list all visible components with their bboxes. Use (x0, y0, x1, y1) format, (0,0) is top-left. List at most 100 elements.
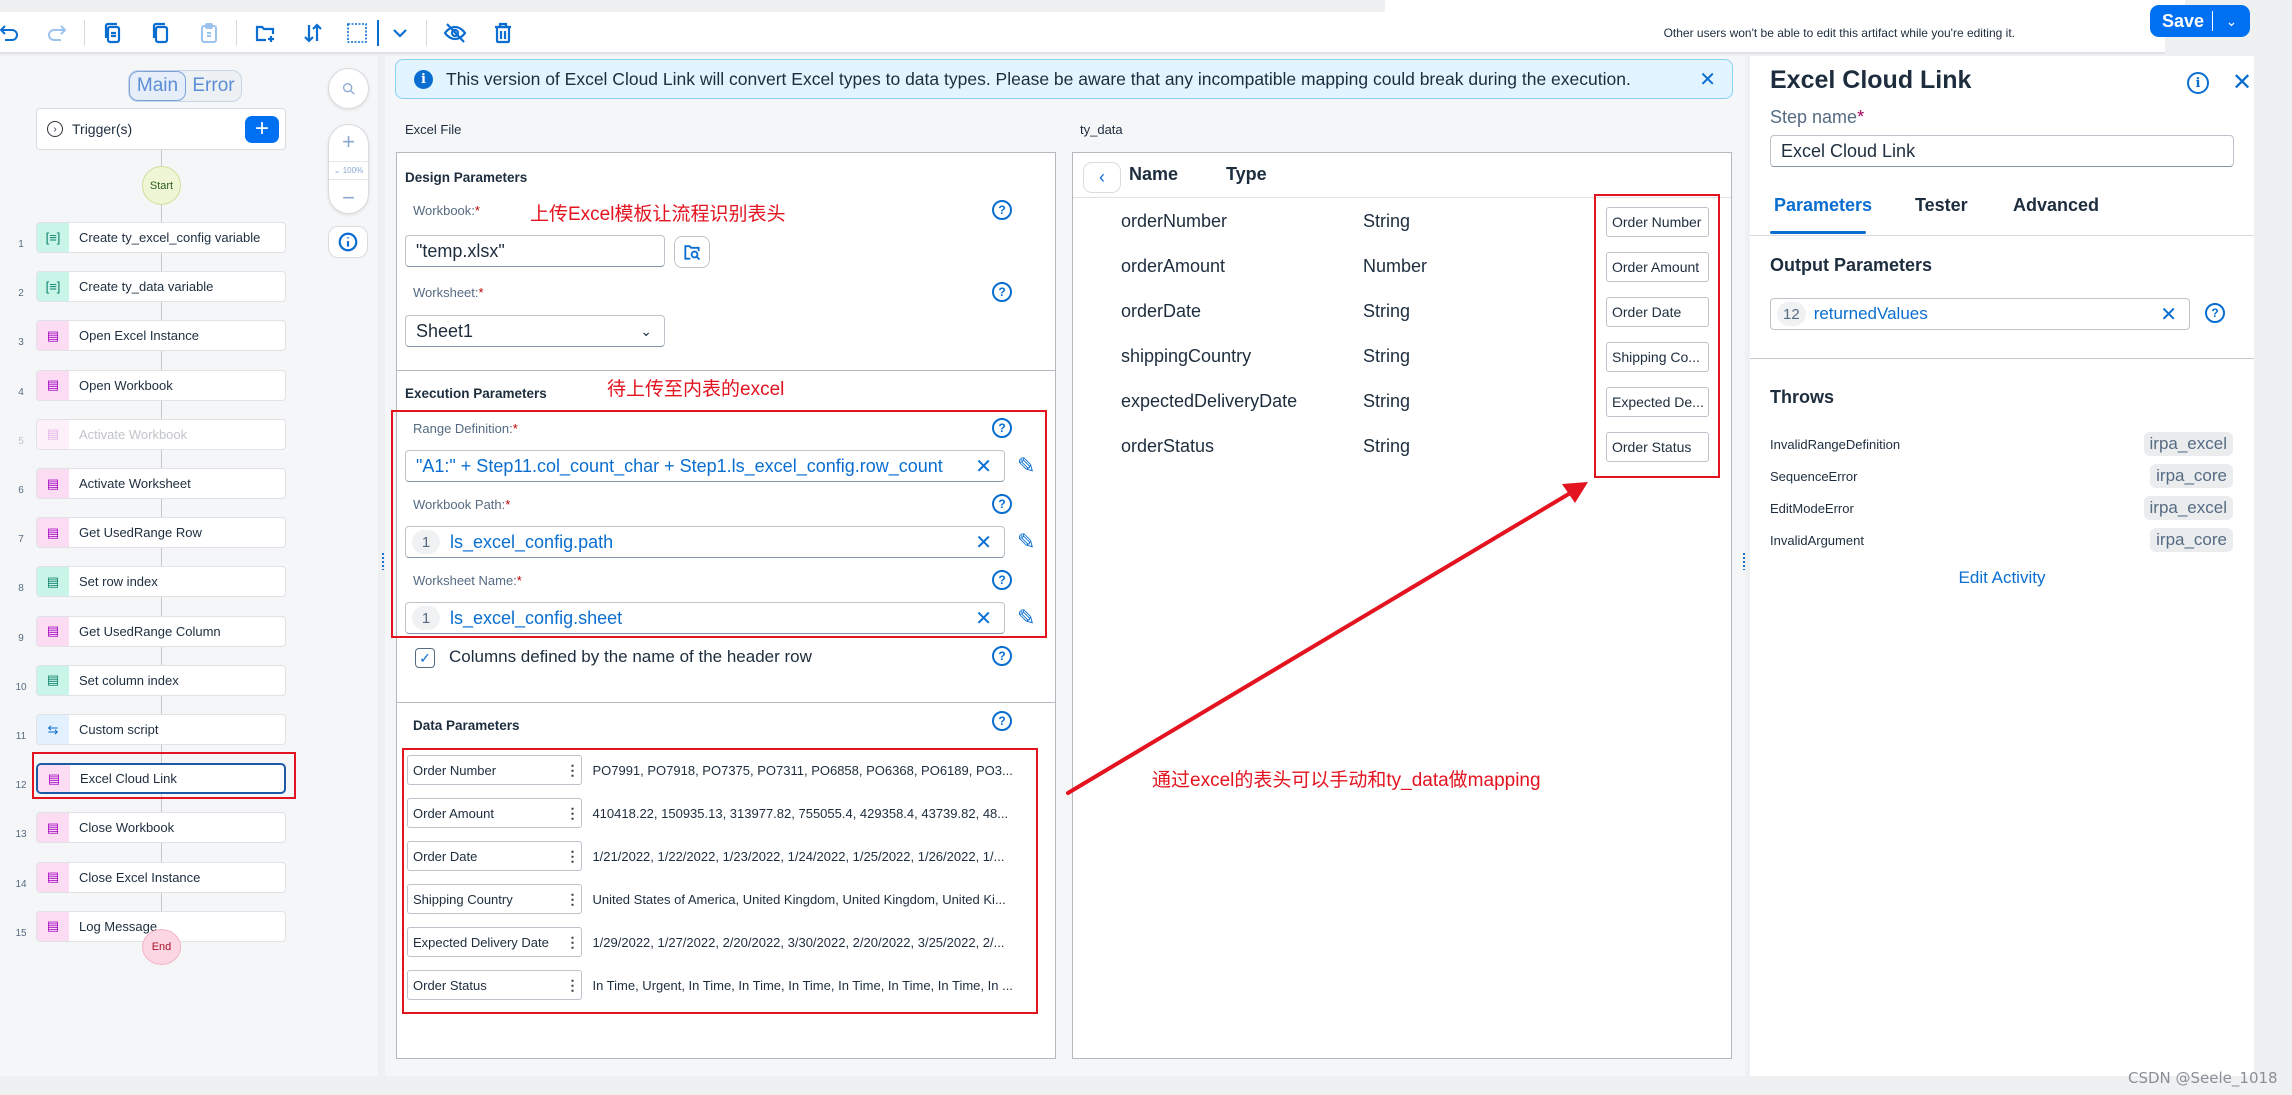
field-name: expectedDeliveryDate (1121, 391, 1298, 411)
properties-panel: Excel Cloud Link i ✕ Step name* Excel Cl… (1750, 56, 2270, 1076)
workbook-label: Workbook:* (413, 203, 480, 218)
chevron-right-circle-icon: › (47, 121, 63, 137)
sort-icon[interactable] (298, 18, 328, 48)
help-icon[interactable]: ? (992, 711, 1012, 731)
flow-step[interactable]: ▤ Get UsedRange Column (36, 615, 286, 647)
activity-icon: ▤ (37, 321, 69, 351)
step-number-chip: 12 (1777, 302, 1806, 326)
flow-step[interactable]: ▤ Get UsedRange Row (36, 517, 286, 549)
help-icon[interactable]: ? (992, 200, 1012, 220)
delete-icon[interactable] (488, 18, 518, 48)
right-resize-handle[interactable] (1742, 552, 1746, 570)
activity-icon: ▤ (37, 616, 69, 646)
flow-step-label: Custom script (79, 722, 159, 737)
excel-file-caption: Excel File (405, 122, 462, 137)
activity-icon: ▤ (37, 469, 69, 498)
chevron-down-icon: ⌄ (640, 322, 652, 339)
flow-step-number: 9 (18, 632, 24, 644)
search-button[interactable] (328, 68, 369, 109)
toolbar: Other users won't be able to edit this a… (0, 12, 2165, 54)
help-icon[interactable]: ? (992, 646, 1012, 666)
flow-step[interactable]: ▤ Set row index (36, 566, 286, 598)
step-name-input[interactable]: Excel Cloud Link (1770, 135, 2234, 167)
flow-step-number: 11 (15, 731, 27, 742)
flow-step[interactable]: ▤ Set column index (36, 664, 286, 696)
add-trigger-button[interactable]: + (245, 115, 279, 143)
flow-step[interactable]: ▤ Open Workbook (36, 369, 286, 401)
flow-step[interactable]: [≡] Create ty_data variable (36, 271, 286, 303)
zoom-in-button[interactable]: + (329, 129, 368, 155)
toolbar-separator (426, 20, 427, 46)
hide-icon[interactable] (440, 18, 470, 48)
exception-name: InvalidArgument (1770, 532, 1864, 548)
workbook-input[interactable]: "temp.xlsx" (405, 235, 665, 267)
field-type: Number (1363, 256, 1428, 276)
select-area-icon[interactable] (342, 18, 372, 48)
chevron-down-icon[interactable] (385, 18, 415, 48)
output-parameter-input[interactable]: 12 returnedValues ✕ (1770, 298, 2190, 330)
folder-search-icon (684, 245, 701, 261)
activity-icon: ▤ (37, 518, 69, 548)
paste-icon[interactable] (194, 18, 224, 48)
flow-step[interactable]: ▤ Close Excel Instance (36, 861, 286, 893)
tab-error[interactable]: Error (186, 71, 241, 101)
flow-step-number: 14 (15, 878, 27, 890)
worksheet-select[interactable]: Sheet1 ⌄ (405, 315, 665, 347)
exception-library-badge: irpa_excel (2143, 432, 2233, 456)
back-button[interactable]: ‹ (1083, 162, 1121, 193)
info-banner: i This version of Excel Cloud Link will … (395, 59, 1733, 99)
exception-name: SequenceError (1770, 468, 1858, 484)
clear-icon[interactable]: ✕ (2160, 302, 2177, 327)
flow-tabs: Main Error (128, 70, 242, 102)
flow-canvas: Main Error › Trigger(s) + Start [≡] Creat… (0, 56, 378, 1076)
redo-icon[interactable] (42, 18, 72, 48)
info-icon[interactable]: i (2187, 72, 2209, 94)
tab-tester[interactable]: Tester (1915, 195, 1968, 216)
left-resize-handle[interactable] (381, 552, 385, 570)
window-bottom-strip (0, 1076, 2292, 1095)
save-button[interactable]: Save (2150, 11, 2212, 32)
close-banner-icon[interactable]: ✕ (1699, 67, 1716, 92)
help-icon[interactable]: ? (2205, 303, 2225, 323)
script-icon: ⇆ (37, 715, 69, 744)
close-icon[interactable]: ✕ (2232, 68, 2252, 97)
zoom-out-button[interactable]: − (329, 185, 368, 211)
flow-step[interactable]: ▤ Close Workbook (36, 812, 286, 844)
throws-row: SequenceError irpa_core (1770, 463, 2233, 489)
annotation-highlight-data-params (402, 748, 1038, 1014)
output-parameters-title: Output Parameters (1770, 255, 1933, 275)
flow-step[interactable]: ▤ Activate Workbook (36, 418, 286, 450)
copy-icon[interactable] (98, 18, 128, 48)
header-row-checkbox[interactable]: ✓ (415, 648, 435, 668)
flow-step-label: Get UsedRange Column (79, 623, 221, 639)
info-button[interactable] (328, 226, 368, 258)
flow-step-label: Close Excel Instance (79, 869, 201, 885)
watermark: CSDN @Seele_1018 (2128, 1069, 2278, 1087)
annotation-pending-excel: 待上传至内表的excel (607, 379, 785, 400)
tab-advanced[interactable]: Advanced (2013, 195, 2099, 216)
zoom-level[interactable]: ⌄ 100% (329, 161, 368, 180)
flow-step-label: Open Workbook (79, 377, 173, 393)
undo-icon[interactable] (0, 18, 24, 48)
flow-step[interactable]: ▤ Activate Worksheet (36, 468, 286, 499)
flow-step[interactable]: [≡] Create ty_excel_config variable (36, 222, 286, 253)
field-type: String (1363, 346, 1411, 366)
add-folder-icon[interactable] (250, 18, 280, 48)
field-name: orderNumber (1121, 211, 1228, 231)
flow-step-number: 7 (18, 534, 24, 546)
divider (397, 702, 1055, 703)
field-type: String (1363, 211, 1411, 231)
tab-parameters[interactable]: Parameters (1774, 195, 1872, 216)
browse-workbook-button[interactable] (674, 236, 710, 268)
duplicate-icon[interactable] (146, 18, 176, 48)
trigger-label: Trigger(s) (72, 121, 133, 137)
save-options-chevron-icon[interactable]: ⌄ (2213, 13, 2250, 30)
edit-activity-link[interactable]: Edit Activity (1750, 568, 2254, 588)
trigger-box[interactable]: › Trigger(s) + (36, 108, 286, 150)
help-icon[interactable]: ? (992, 282, 1012, 302)
flow-step[interactable]: ▤ Open Excel Instance (36, 320, 286, 352)
info-icon: i (414, 69, 433, 89)
flow-step[interactable]: ⇆ Custom script (36, 714, 286, 745)
tab-main[interactable]: Main (129, 71, 186, 101)
throws-row: InvalidRangeDefinition irpa_excel (1770, 431, 2233, 457)
